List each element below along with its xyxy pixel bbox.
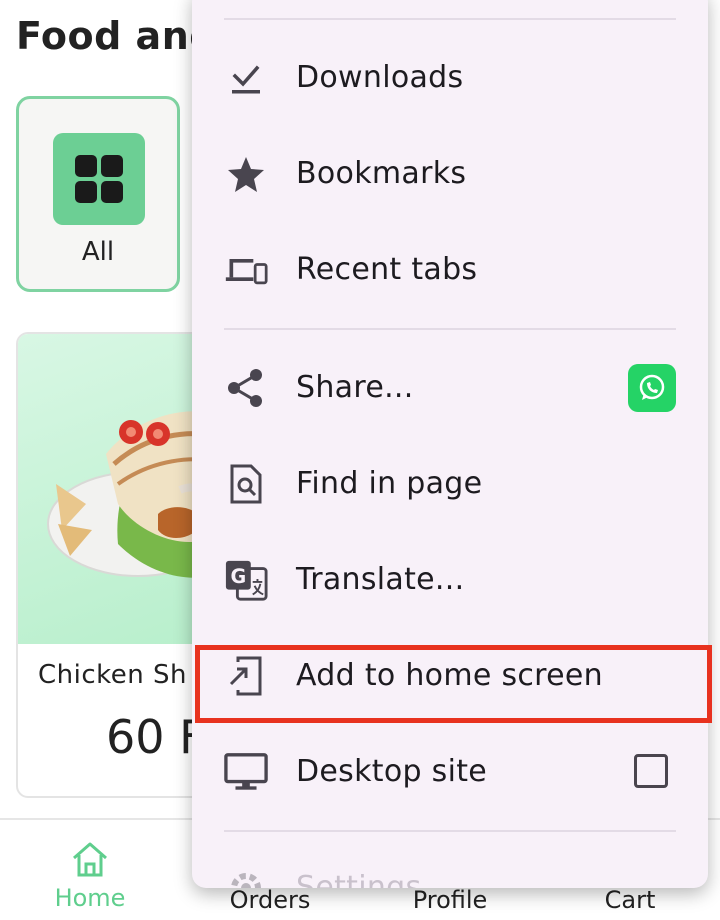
translate-icon: G (224, 560, 268, 601)
menu-divider (224, 18, 676, 20)
nav-cart[interactable]: Cart (560, 884, 700, 914)
devices-icon (224, 250, 268, 290)
food-name: Chicken Sh (38, 660, 188, 690)
menu-item-label: Share... (296, 370, 414, 405)
menu-item-label: Translate... (296, 562, 465, 597)
find-in-page-icon (224, 464, 268, 504)
menu-divider (224, 830, 676, 832)
menu-item-bookmarks[interactable]: Bookmarks (192, 126, 708, 222)
menu-item-recent-tabs[interactable]: Recent tabs (192, 222, 708, 318)
nav-orders[interactable]: Orders (200, 884, 340, 914)
share-icon (224, 368, 268, 408)
menu-item-find-in-page[interactable]: Find in page (192, 436, 708, 532)
desktop-site-checkbox[interactable] (634, 754, 668, 788)
menu-divider (224, 328, 676, 330)
nav-profile-label: Profile (412, 886, 488, 914)
menu-item-label: Add to home screen (296, 658, 603, 693)
menu-item-share[interactable]: Share... (192, 340, 708, 436)
menu-item-desktop-site[interactable]: Desktop site (192, 724, 708, 820)
home-icon (70, 842, 110, 882)
menu-item-label: Recent tabs (296, 252, 478, 287)
food-card[interactable]: Chicken Sh 60 F (16, 332, 216, 798)
whatsapp-icon[interactable] (628, 364, 676, 412)
star-icon (224, 154, 268, 194)
menu-item-label: Downloads (296, 60, 464, 95)
menu-item-label: Find in page (296, 466, 483, 501)
nav-home-label: Home (54, 884, 126, 912)
grid-icon (53, 133, 145, 225)
svg-text:G: G (230, 565, 246, 588)
page-title: Food and (16, 14, 217, 58)
category-label: All (81, 237, 115, 267)
menu-item-label: Settings (296, 870, 422, 888)
nav-cart-label: Cart (604, 886, 656, 914)
gear-icon (224, 868, 268, 888)
desktop-icon (224, 752, 268, 792)
category-card-all[interactable]: All (16, 96, 180, 292)
menu-item-add-to-home-screen[interactable]: Add to home screen (192, 628, 708, 724)
food-price: 60 F (106, 710, 206, 764)
menu-item-downloads[interactable]: Downloads (192, 30, 708, 126)
browser-overflow-menu: Downloads Bookmarks Recent tabs Share...… (192, 0, 708, 888)
downloads-icon (224, 58, 268, 98)
add-to-home-icon (224, 656, 268, 696)
menu-item-label: Desktop site (296, 754, 488, 789)
menu-item-translate[interactable]: G Translate... (192, 532, 708, 628)
nav-profile[interactable]: Profile (380, 884, 520, 914)
food-image (18, 334, 214, 644)
nav-orders-label: Orders (229, 886, 311, 914)
menu-item-settings[interactable]: Settings (192, 840, 708, 888)
menu-item-label: Bookmarks (296, 156, 467, 191)
nav-home[interactable]: Home (20, 840, 160, 912)
